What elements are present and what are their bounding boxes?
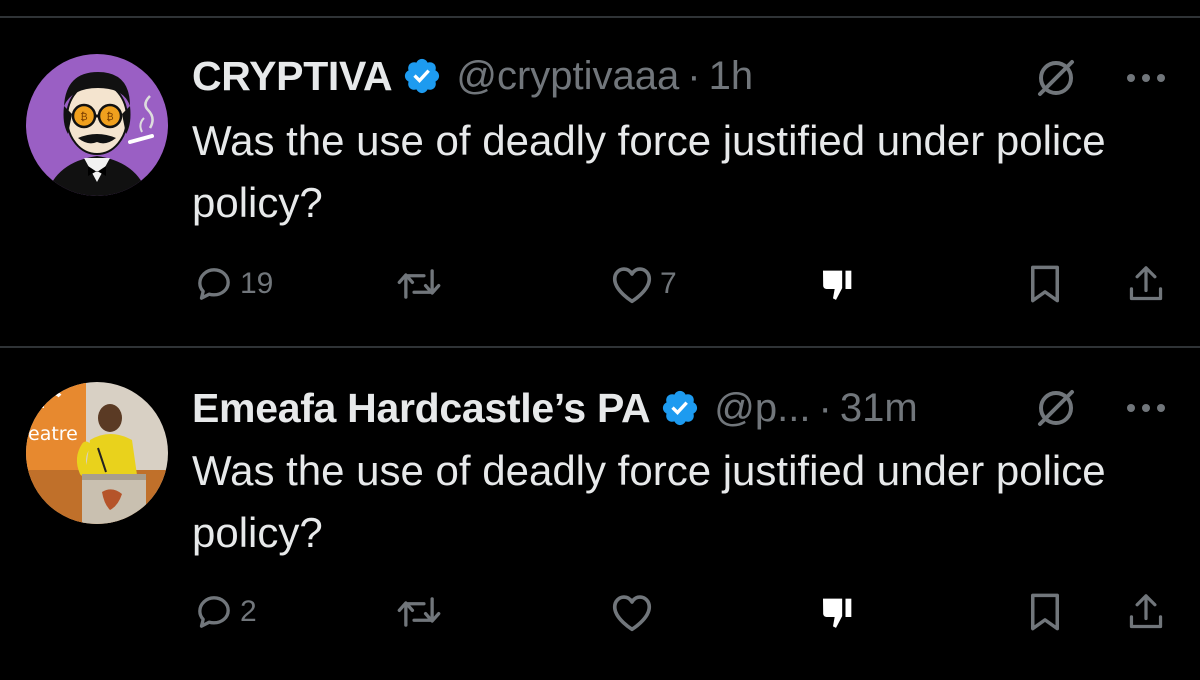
share-button[interactable] bbox=[1126, 254, 1166, 314]
like-count: 7 bbox=[660, 267, 677, 300]
bookmark-icon bbox=[1031, 265, 1059, 303]
reply-icon bbox=[198, 596, 230, 628]
timestamp[interactable]: 31m bbox=[840, 386, 918, 431]
tweet-text: Was the use of deadly force justified un… bbox=[192, 447, 1106, 556]
bookmark-icon bbox=[1031, 593, 1059, 631]
downvote-icon bbox=[823, 598, 852, 628]
grok-icon[interactable] bbox=[1034, 56, 1078, 100]
share-button[interactable] bbox=[1126, 582, 1166, 642]
repost-button[interactable] bbox=[396, 582, 448, 642]
verified-badge-icon[interactable] bbox=[660, 388, 700, 428]
like-button[interactable]: 7 bbox=[610, 254, 677, 314]
tweet-actions: 2 bbox=[192, 582, 1182, 642]
more-options-button[interactable] bbox=[1120, 386, 1172, 430]
repost-button[interactable] bbox=[396, 254, 448, 314]
bookmark-button[interactable] bbox=[1026, 582, 1064, 642]
timestamp[interactable]: 1h bbox=[709, 54, 754, 99]
bookmark-button[interactable] bbox=[1026, 254, 1064, 314]
tweet-1[interactable]: ₿ ₿ CRYPTIVA @cryptivaaa · 1h Was the us… bbox=[0, 18, 1200, 348]
svg-text:₿: ₿ bbox=[106, 111, 113, 123]
reply-count: 19 bbox=[240, 267, 274, 300]
more-options-icon bbox=[1127, 404, 1165, 412]
verified-badge-icon[interactable] bbox=[402, 56, 442, 96]
downvote-button[interactable] bbox=[818, 582, 858, 642]
illustrated-man-with-sunglasses-avatar: ₿ ₿ bbox=[26, 54, 168, 196]
downvote-icon bbox=[823, 270, 852, 300]
reply-button[interactable]: 19 bbox=[194, 254, 273, 314]
svg-text:₿: ₿ bbox=[80, 111, 87, 123]
avatar[interactable]: ₿ ₿ bbox=[26, 54, 168, 196]
like-button[interactable] bbox=[610, 582, 660, 642]
tweet-2[interactable]: eatre Emeafa Hardcastle’s PA @p... · 31m bbox=[0, 348, 1200, 678]
display-name[interactable]: CRYPTIVA bbox=[192, 53, 393, 100]
avatar-background-text: eatre bbox=[28, 423, 78, 445]
grok-icon[interactable] bbox=[1034, 386, 1078, 430]
like-icon bbox=[612, 595, 652, 632]
repost-icon bbox=[397, 269, 441, 299]
more-options-button[interactable] bbox=[1120, 56, 1172, 100]
like-icon bbox=[612, 267, 652, 304]
reply-icon bbox=[198, 268, 230, 300]
repost-icon bbox=[397, 597, 441, 627]
more-options-icon bbox=[1127, 74, 1165, 82]
reply-button[interactable]: 2 bbox=[194, 582, 257, 642]
username-handle[interactable]: @p... bbox=[714, 386, 810, 431]
reply-count: 2 bbox=[240, 595, 257, 628]
tweet-actions: 19 7 bbox=[192, 254, 1182, 314]
avatar[interactable]: eatre bbox=[26, 382, 168, 524]
tweet-text: Was the use of deadly force justified un… bbox=[192, 117, 1106, 226]
username-handle[interactable]: @cryptivaaa bbox=[456, 54, 679, 99]
woman-speaking-at-podium-avatar: eatre bbox=[26, 382, 168, 524]
share-icon bbox=[1129, 266, 1163, 301]
share-icon bbox=[1129, 594, 1163, 629]
display-name[interactable]: Emeafa Hardcastle’s PA bbox=[192, 385, 651, 432]
separator-dot: · bbox=[818, 385, 832, 430]
downvote-button[interactable] bbox=[818, 254, 858, 314]
separator-dot: · bbox=[687, 53, 701, 98]
